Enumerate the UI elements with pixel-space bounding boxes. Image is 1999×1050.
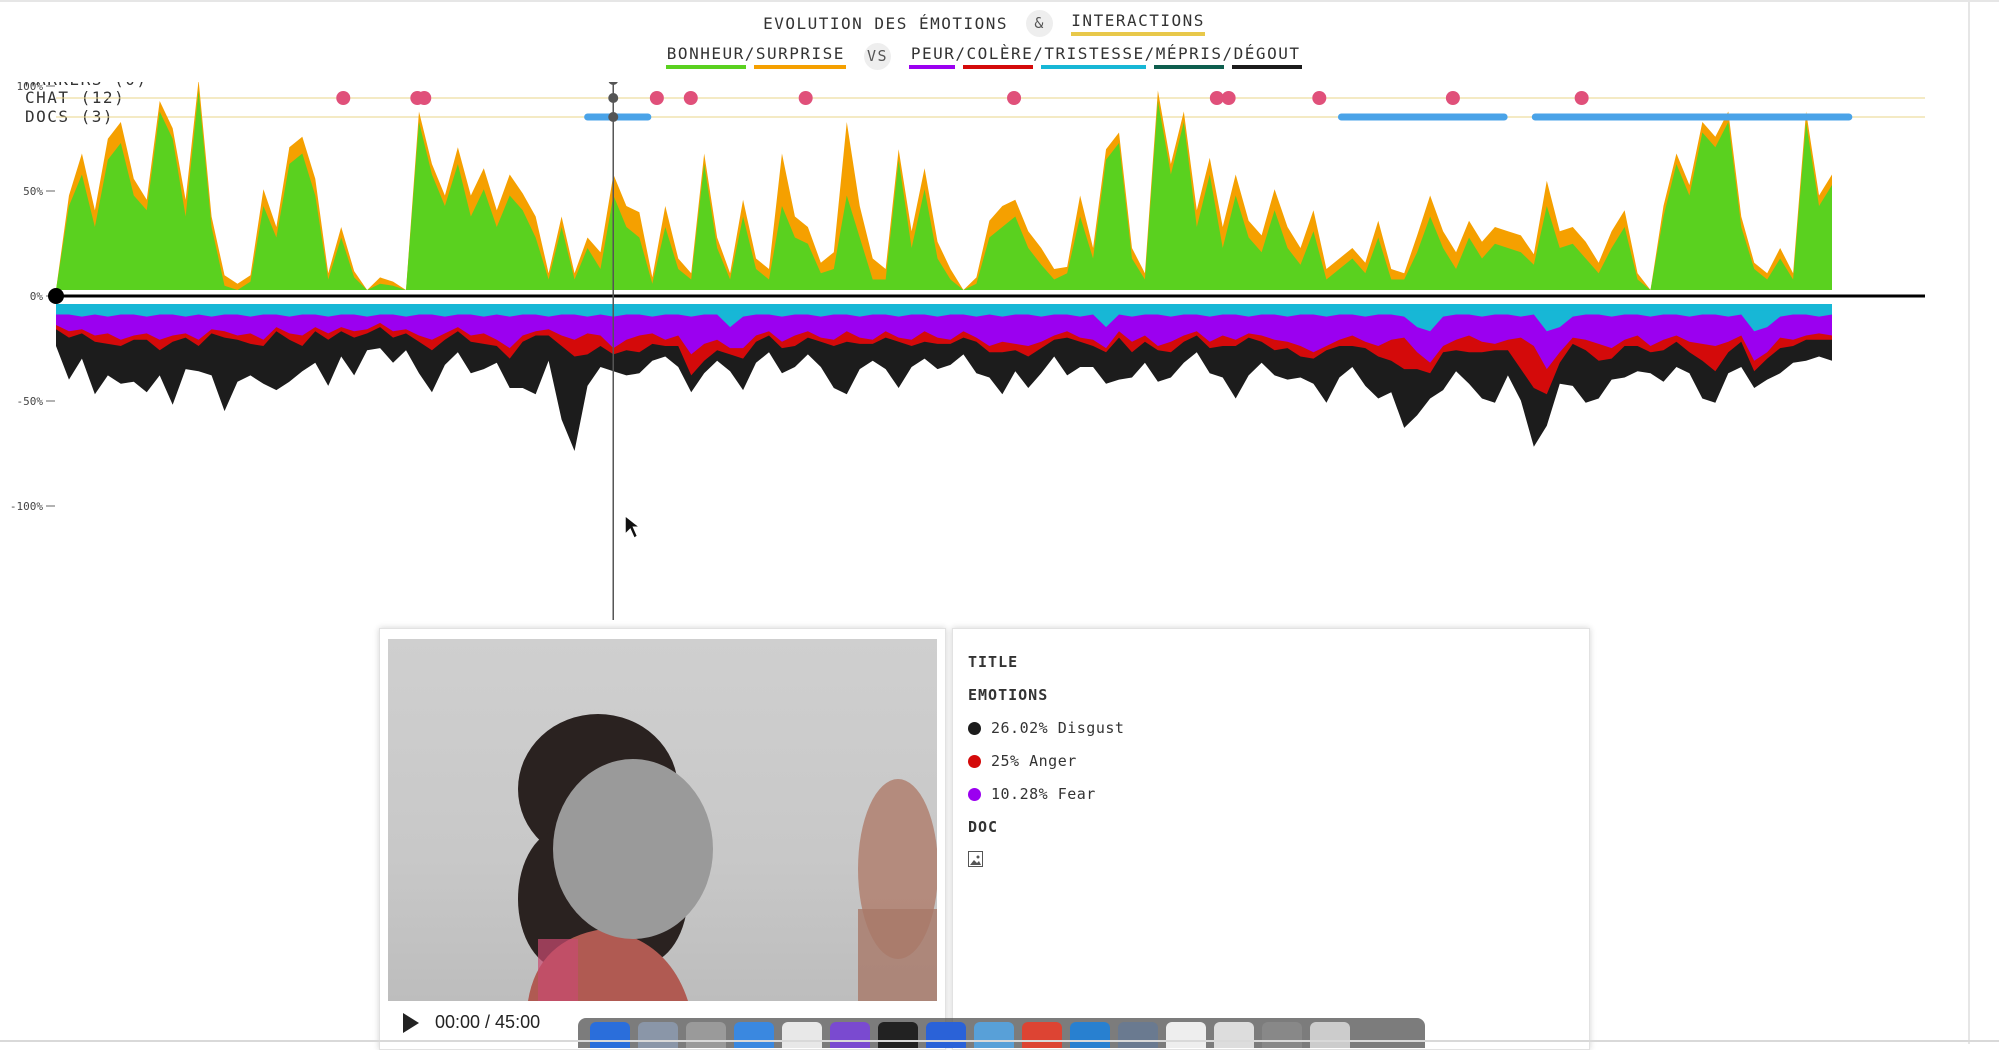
anger-swatch [963, 65, 1034, 69]
info-doc-label: DOC [968, 818, 999, 836]
calendar-icon[interactable] [782, 1022, 822, 1048]
negative-underline [909, 65, 1303, 69]
time-cursor-knob[interactable] [608, 93, 619, 103]
app-icon[interactable] [830, 1022, 870, 1048]
positive-group-toggle[interactable]: BONHEUR/SURPRISE [665, 44, 846, 69]
y-tick-label: -50% [17, 395, 44, 408]
title-emotions: EVOLUTION DES ÉMOTIONS [763, 14, 1009, 33]
time-cursor-knob[interactable] [608, 112, 619, 122]
document-icon[interactable] [1166, 1022, 1206, 1048]
video-panel [379, 628, 946, 1050]
video-controls: 00:00 / 45:00 [403, 1012, 540, 1033]
chat-marker[interactable] [336, 91, 351, 105]
contempt-swatch [1154, 65, 1225, 69]
title-interactions-toggle[interactable]: INTERACTIONS [1071, 11, 1205, 36]
fear-swatch [909, 65, 956, 69]
vs-pill: VS [864, 43, 891, 70]
app-icon[interactable] [734, 1022, 774, 1048]
mouse-pointer-icon [624, 514, 641, 539]
emotion-groups: BONHEUR/SURPRISE VS PEUR/COLÈRE/TRISTESS… [0, 43, 1968, 70]
fear-dot [968, 787, 981, 801]
top-border [0, 0, 1999, 2]
sadness-swatch [1041, 65, 1147, 69]
happiness-swatch [665, 65, 746, 69]
video-frame[interactable] [388, 639, 937, 1001]
timeline-start-handle[interactable] [48, 288, 64, 304]
document-icon[interactable] [1214, 1022, 1254, 1048]
folder-icon[interactable] [1262, 1022, 1302, 1048]
negative-group-toggle[interactable]: PEUR/COLÈRE/TRISTESSE/MÉPRIS/DÉGOUT [909, 44, 1303, 69]
time-cursor-knob[interactable] [608, 82, 618, 85]
app-icon[interactable] [1118, 1022, 1158, 1048]
terminal-icon[interactable] [878, 1022, 918, 1048]
info-panel: TITLE EMOTIONS 26.02% Disgust 25% Anger … [952, 628, 1590, 1050]
vscode-icon[interactable] [1070, 1022, 1110, 1048]
anger-dot [968, 754, 981, 768]
emotion-text: 10.28% Fear [991, 785, 1096, 803]
video-time: 00:00 / 45:00 [435, 1012, 541, 1032]
image-icon[interactable] [968, 851, 983, 867]
chat-marker[interactable] [1221, 91, 1236, 105]
info-title-label: TITLE [968, 653, 1019, 671]
launchpad-icon[interactable] [638, 1022, 678, 1048]
amp-pill: & [1026, 10, 1054, 37]
app-icon[interactable] [926, 1022, 966, 1048]
y-tick-label: 0% [30, 290, 44, 303]
app-icon[interactable] [974, 1022, 1014, 1048]
chat-marker[interactable] [798, 91, 813, 105]
emotion-text: 26.02% Disgust [991, 719, 1125, 737]
emotion-row: 10.28% Fear [968, 785, 1096, 803]
chat-marker[interactable] [1007, 91, 1022, 105]
negative-group-label: PEUR/COLÈRE/TRISTESSE/MÉPRIS/DÉGOUT [910, 44, 1301, 63]
positive-group-label: BONHEUR/SURPRISE [666, 44, 845, 63]
chat-marker[interactable] [1312, 91, 1327, 105]
chart-header: EVOLUTION DES ÉMOTIONS & INTERACTIONS [0, 10, 1968, 37]
emotion-row: 25% Anger [968, 752, 1077, 770]
chat-marker[interactable] [1574, 91, 1589, 105]
disgust-dot [968, 721, 981, 735]
disgust-swatch [1232, 65, 1303, 69]
chat-marker[interactable] [417, 91, 432, 105]
video-image [518, 714, 937, 1001]
emotion-timeline-chart[interactable]: MARKERS (0)CHAT (12)DOCS (3)100%50%0%-50… [0, 82, 1968, 622]
trash-icon[interactable] [1310, 1022, 1350, 1048]
finder-icon[interactable] [590, 1022, 630, 1048]
chat-marker[interactable] [649, 91, 664, 105]
surprise-swatch [753, 65, 846, 69]
settings-icon[interactable] [686, 1022, 726, 1048]
positive-underline [665, 65, 846, 69]
interactions-underline [1071, 32, 1205, 36]
play-icon[interactable] [403, 1012, 419, 1033]
emotion-text: 25% Anger [991, 752, 1077, 770]
bottom-border [0, 1040, 1999, 1042]
emotion-row: 26.02% Disgust [968, 719, 1124, 737]
y-tick-label: 50% [23, 185, 43, 198]
right-border [1968, 0, 1970, 1044]
chat-marker[interactable] [683, 91, 698, 105]
chrome-icon[interactable] [1022, 1022, 1062, 1048]
y-tick-label: 100% [17, 82, 44, 93]
info-emotions-label: EMOTIONS [968, 686, 1049, 704]
interactions-label: INTERACTIONS [1071, 11, 1205, 30]
y-tick-label: -100% [10, 500, 43, 513]
face-blur [553, 759, 713, 939]
chat-marker[interactable] [1445, 91, 1460, 105]
area-mépris [56, 304, 1832, 311]
